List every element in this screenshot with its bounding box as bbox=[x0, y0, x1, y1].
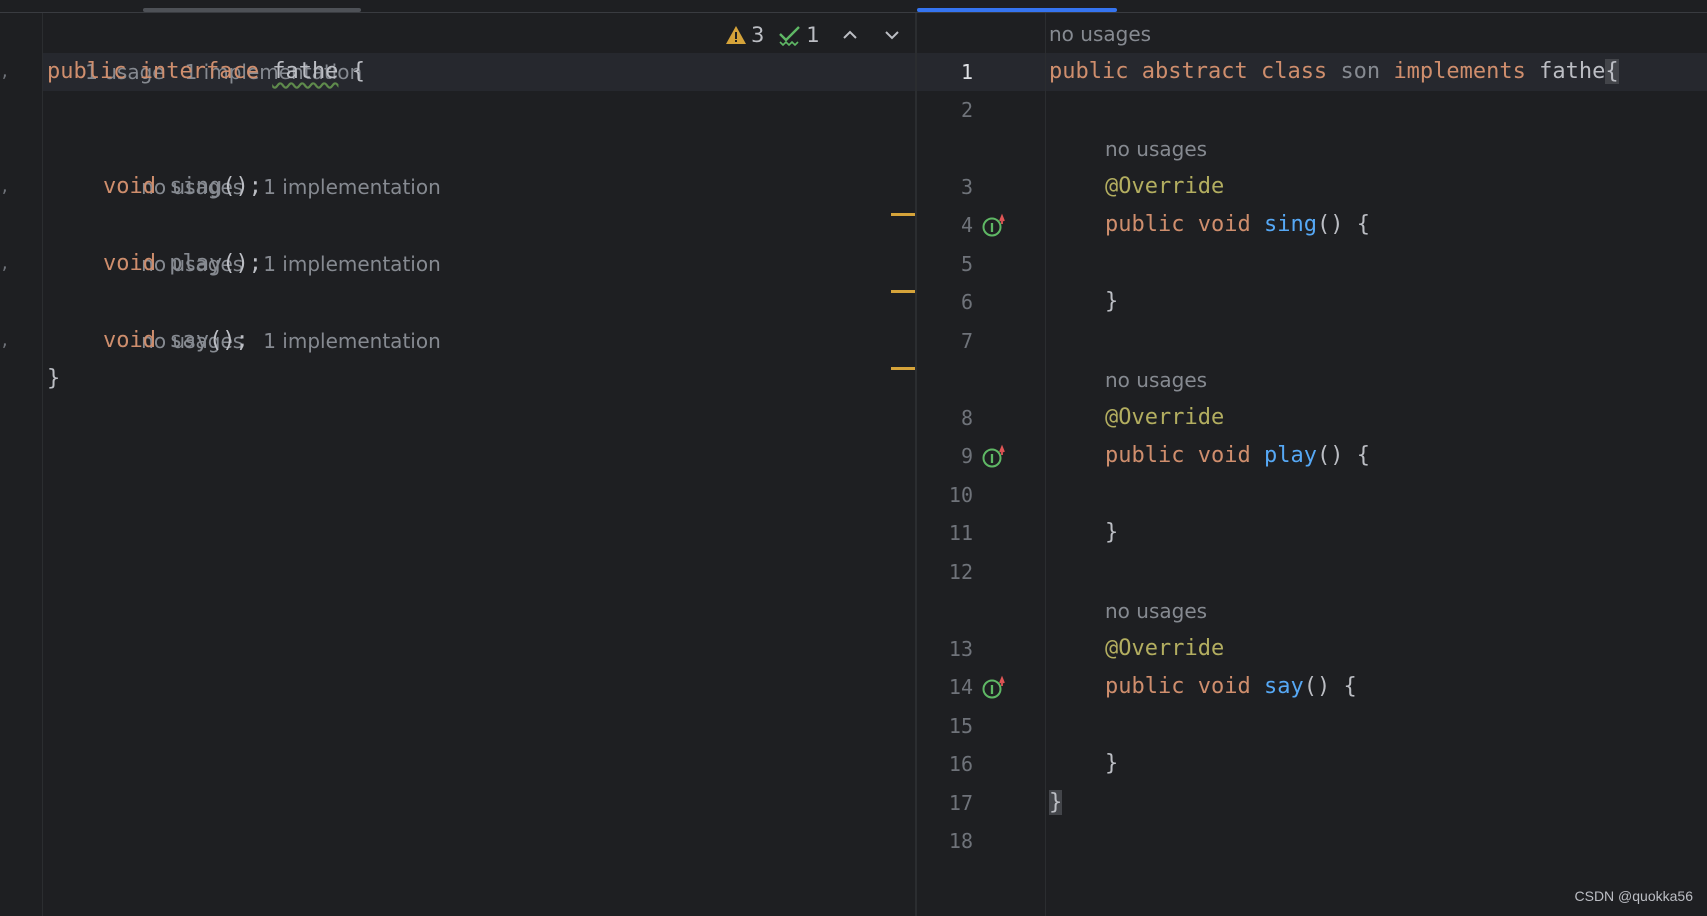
implements-method-icon[interactable]: I bbox=[981, 443, 1007, 469]
code-line-class-close[interactable]: } bbox=[1049, 784, 1063, 822]
method-sing-usage-hint[interactable]: no usages bbox=[1105, 130, 1207, 168]
interface-usage-hints[interactable]: 1 usage 1 implementation bbox=[47, 15, 382, 84]
left-horizontal-scrollbar[interactable] bbox=[143, 8, 361, 12]
line-number[interactable]: 17 bbox=[917, 784, 973, 822]
line-number[interactable]: 2 bbox=[917, 91, 973, 129]
svg-text:I: I bbox=[990, 221, 994, 235]
matched-brace: { bbox=[1605, 59, 1619, 84]
code-line-method-say[interactable]: void say(); bbox=[103, 322, 249, 360]
line-number[interactable]: 8 bbox=[917, 399, 973, 437]
svg-text:I: I bbox=[990, 452, 994, 466]
line-number[interactable]: 3 bbox=[917, 168, 973, 206]
line-number[interactable]: 12 bbox=[917, 553, 973, 591]
interface-ref[interactable]: fathe bbox=[1539, 59, 1605, 84]
code-line-close-brace[interactable]: } bbox=[1105, 514, 1118, 552]
code-line-method-say[interactable]: public void say() { bbox=[1105, 668, 1357, 706]
fold-marker[interactable]: , bbox=[0, 245, 10, 283]
class-name[interactable]: son bbox=[1340, 59, 1380, 84]
class-usage-hint[interactable]: no usages bbox=[1049, 15, 1151, 53]
checks-count: 1 bbox=[806, 23, 820, 47]
code-line-interface-decl[interactable]: public interface fathe { bbox=[47, 53, 365, 91]
fold-marker[interactable]: , bbox=[0, 168, 10, 206]
code-line-class-decl[interactable]: public abstract class son implements fat… bbox=[1049, 53, 1619, 91]
code-line-method-sing[interactable]: void sing(); bbox=[103, 168, 262, 206]
line-number[interactable]: 7 bbox=[917, 322, 973, 360]
warning-triangle-icon bbox=[726, 26, 746, 44]
line-number[interactable]: 9 bbox=[917, 437, 973, 475]
line-number[interactable]: 4 bbox=[917, 206, 973, 244]
inspection-widget[interactable]: 3 1 bbox=[725, 17, 902, 53]
interface-name[interactable]: fathe bbox=[272, 59, 338, 84]
fold-marker[interactable]: , bbox=[0, 322, 10, 360]
right-active-tab-indicator bbox=[917, 8, 1117, 12]
line-number[interactable]: 1 bbox=[917, 53, 973, 91]
method-say-usage-hint[interactable]: no usages bbox=[1105, 592, 1207, 630]
line-number[interactable]: 15 bbox=[917, 707, 973, 745]
left-gutter[interactable] bbox=[0, 13, 43, 916]
code-line-method-sing[interactable]: public void sing() { bbox=[1105, 206, 1370, 244]
svg-text:I: I bbox=[990, 683, 994, 697]
implements-method-icon[interactable]: I bbox=[981, 212, 1007, 238]
method-play-hints[interactable]: no usages 1 implementation bbox=[103, 207, 461, 276]
code-line-method-play[interactable]: public void play() { bbox=[1105, 437, 1370, 475]
code-line-annotation[interactable]: @Override bbox=[1105, 630, 1224, 668]
method-play-usage-hint[interactable]: no usages bbox=[1105, 361, 1207, 399]
line-number[interactable]: 18 bbox=[917, 822, 973, 860]
code-line-annotation[interactable]: @Override bbox=[1105, 399, 1224, 437]
warning-stripe-marker[interactable] bbox=[891, 367, 915, 370]
code-line-close-brace[interactable]: } bbox=[1105, 745, 1118, 783]
line-number[interactable]: 5 bbox=[917, 245, 973, 283]
line-number[interactable]: 10 bbox=[917, 476, 973, 514]
chevron-up-icon[interactable] bbox=[840, 25, 860, 45]
code-line-close-brace[interactable]: } bbox=[47, 360, 60, 398]
right-editor-pane[interactable]: no usages 1 2 3 4 5 6 7 8 9 10 11 12 13 … bbox=[917, 13, 1707, 916]
code-line-method-play[interactable]: void play(); bbox=[103, 245, 262, 283]
code-line-annotation[interactable]: @Override bbox=[1105, 168, 1224, 206]
method-sing-hints[interactable]: no usages 1 implementation bbox=[103, 130, 461, 199]
line-number[interactable]: 13 bbox=[917, 630, 973, 668]
ide-window: , , , , 1 usage 1 implementation public i… bbox=[0, 0, 1707, 916]
watermark-text: CSDN @quokka56 bbox=[1574, 888, 1694, 904]
line-number[interactable]: 16 bbox=[917, 745, 973, 783]
line-number[interactable]: 14 bbox=[917, 668, 973, 706]
left-editor-pane[interactable]: , , , , 1 usage 1 implementation public i… bbox=[0, 13, 915, 916]
warning-stripe-marker[interactable] bbox=[891, 290, 915, 293]
warning-stripe-marker[interactable] bbox=[891, 213, 915, 216]
implements-method-icon[interactable]: I bbox=[981, 674, 1007, 700]
double-check-icon bbox=[779, 26, 801, 46]
method-say-hints[interactable]: no usages 1 implementation bbox=[103, 284, 461, 353]
line-number[interactable]: 6 bbox=[917, 283, 973, 321]
code-line-close-brace[interactable]: } bbox=[1105, 283, 1118, 321]
line-number[interactable]: 11 bbox=[917, 514, 973, 552]
warnings-count: 3 bbox=[751, 23, 765, 47]
fold-marker[interactable]: , bbox=[0, 53, 10, 91]
warnings-counter[interactable]: 3 bbox=[725, 23, 764, 47]
checks-counter[interactable]: 1 bbox=[778, 23, 820, 47]
chevron-down-icon[interactable] bbox=[882, 25, 902, 45]
